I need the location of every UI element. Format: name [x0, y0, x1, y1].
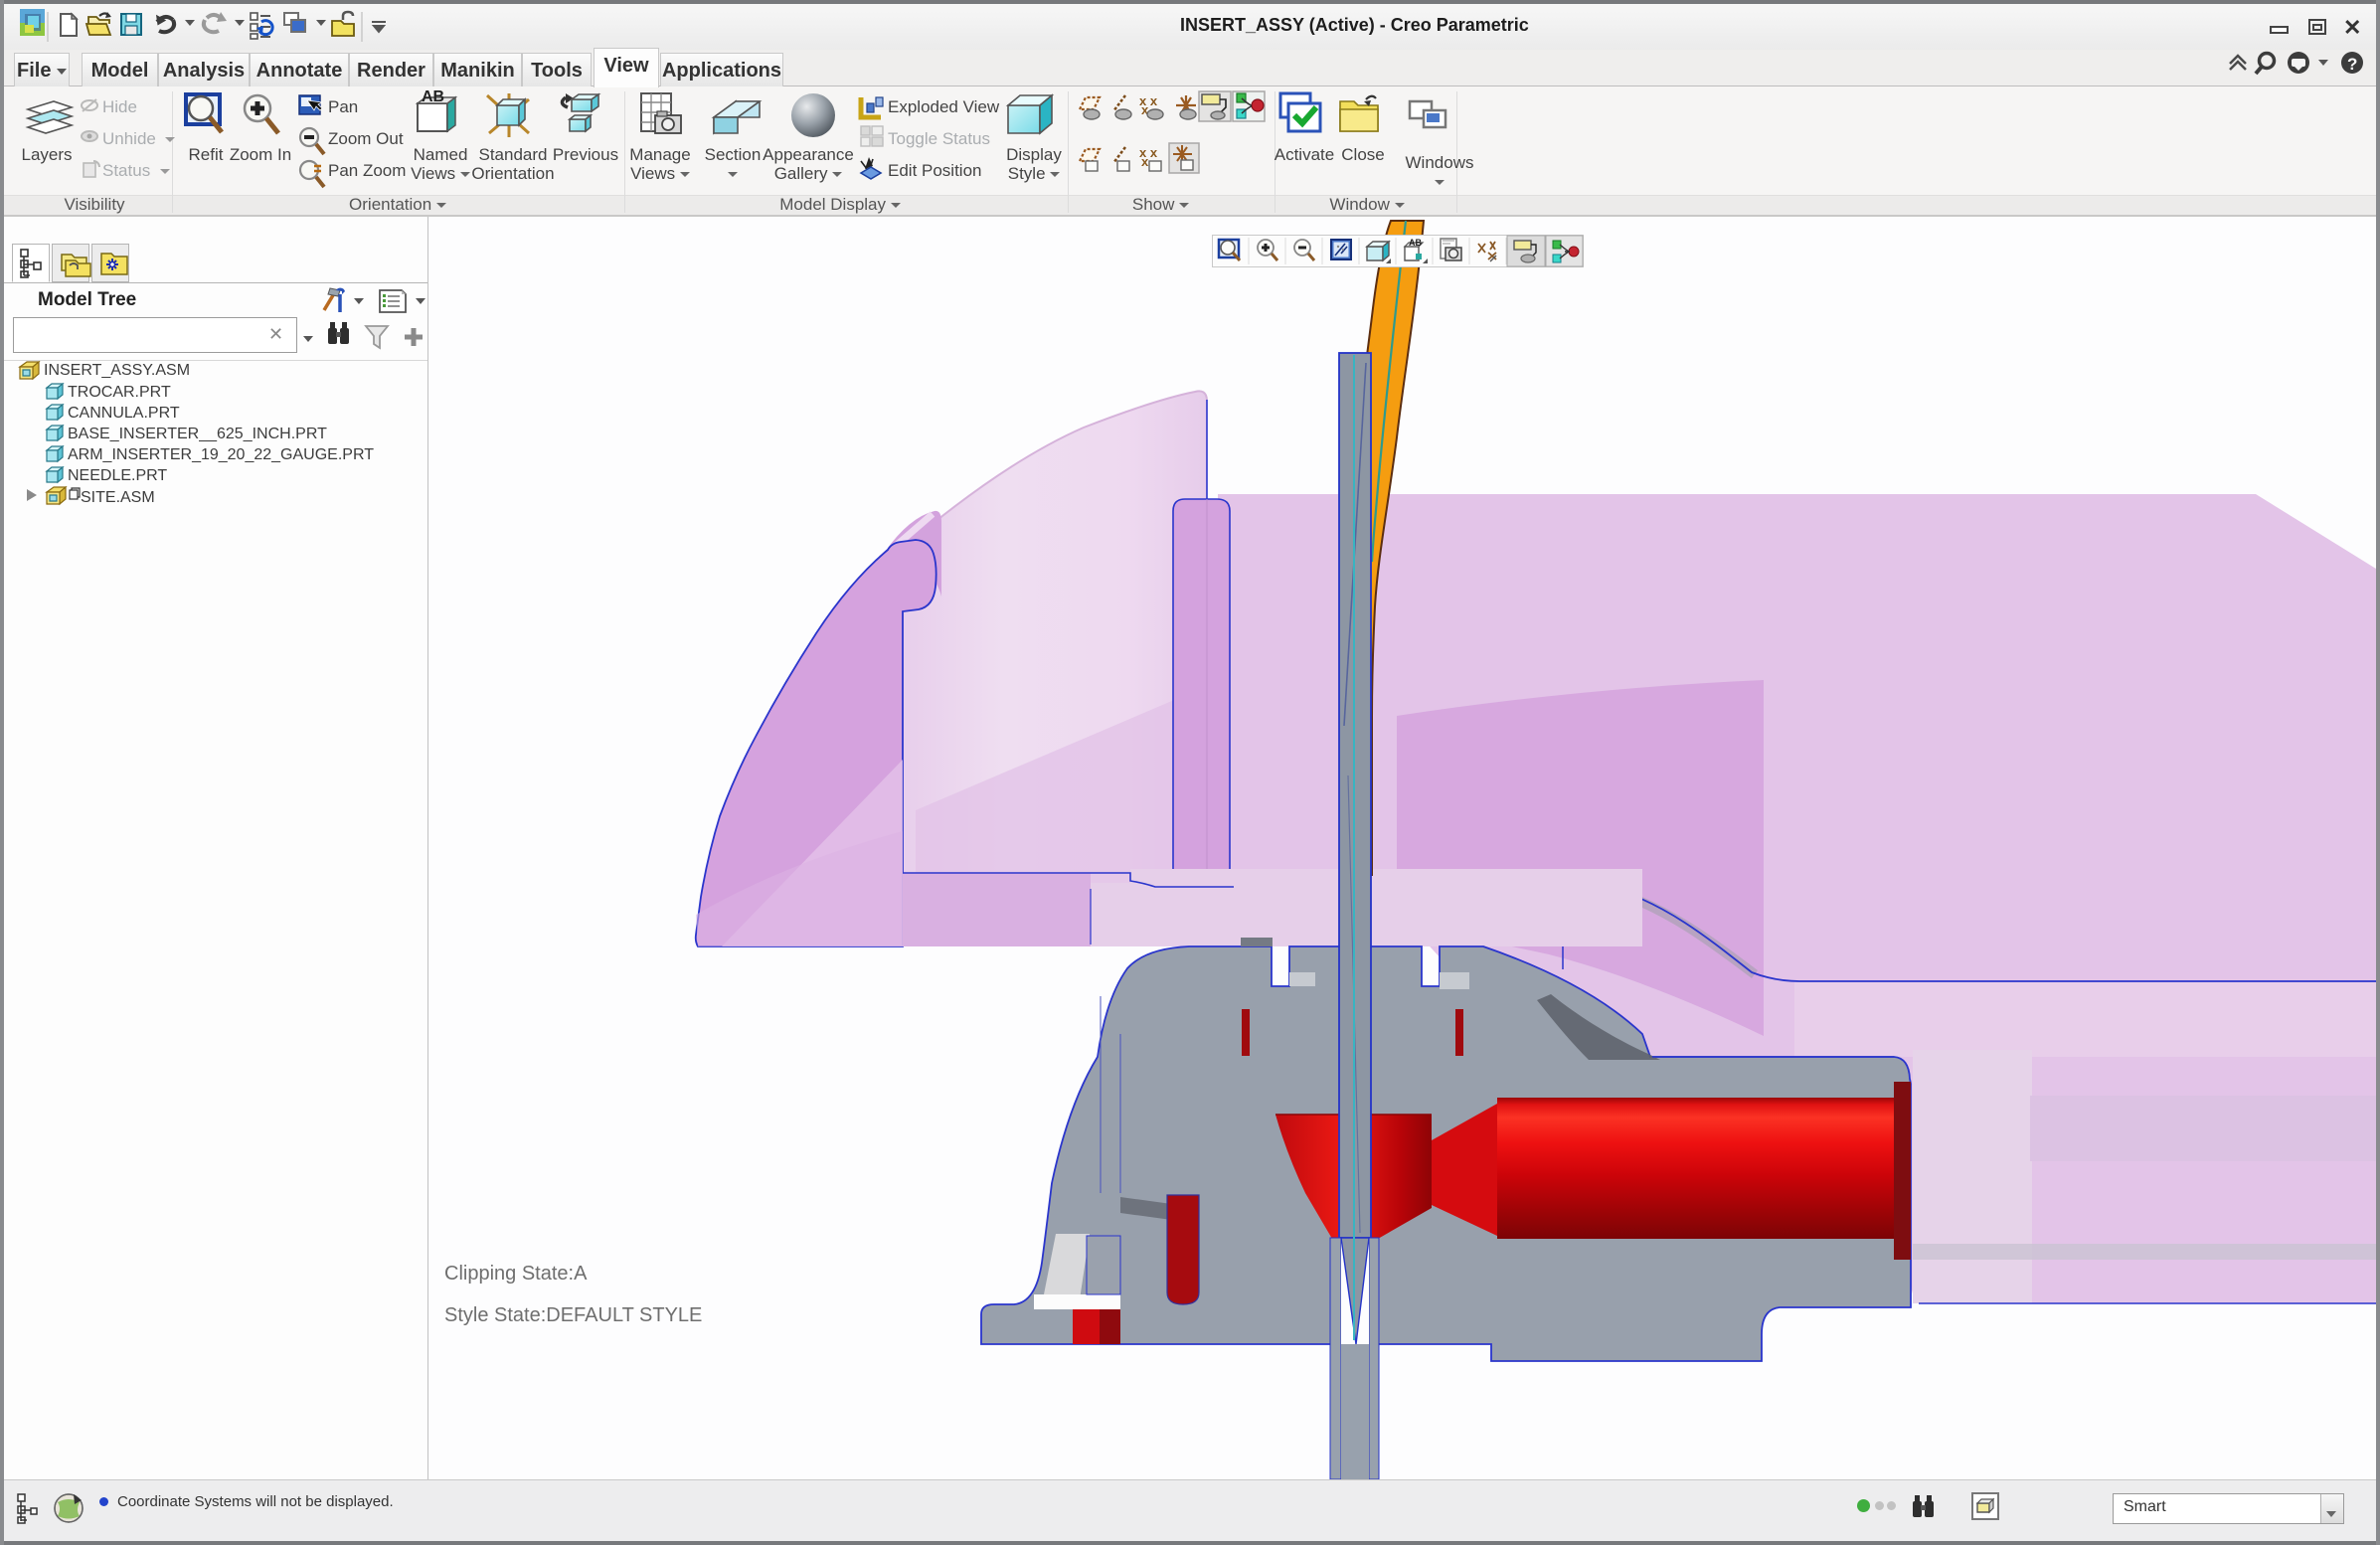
svg-text:Style State:DEFAULT STYLE: Style State:DEFAULT STYLE: [444, 1304, 702, 1326]
svg-text:AB: AB: [422, 88, 444, 105]
svg-text:AB: AB: [1409, 238, 1422, 248]
svg-text:Clipping State:A: Clipping State:A: [444, 1263, 588, 1285]
svg-text:x: x: [1141, 154, 1149, 169]
svg-text:?: ?: [2347, 55, 2357, 74]
